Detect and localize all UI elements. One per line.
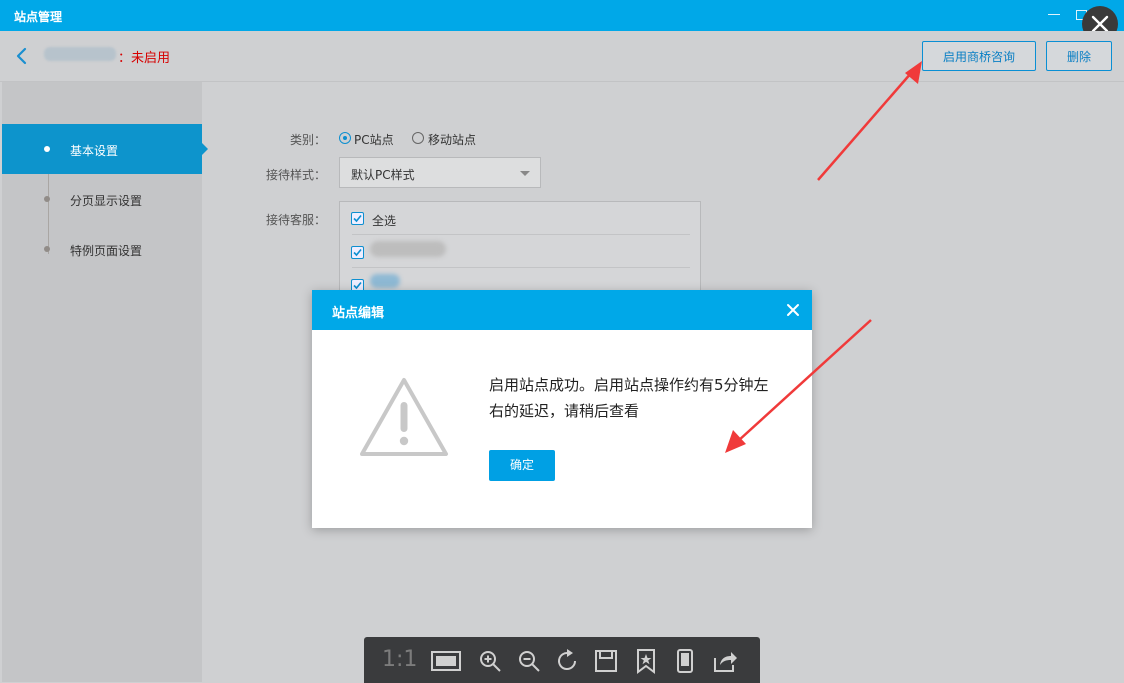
style-label: 接待样式：	[265, 168, 326, 182]
dialog-header: 站点编辑	[312, 290, 812, 330]
rotate-icon[interactable]	[555, 648, 581, 674]
fit-screen-icon[interactable]	[430, 648, 462, 674]
radio-pc[interactable]	[339, 132, 351, 144]
bullet-icon	[44, 246, 50, 252]
delete-button[interactable]: 删除	[1046, 41, 1112, 71]
bullet-icon	[44, 146, 50, 152]
divider	[352, 267, 690, 268]
zoom-in-icon[interactable]	[477, 648, 503, 674]
bookmark-icon[interactable]	[633, 648, 659, 674]
sidebar-item-label: 特例页面设置	[70, 244, 143, 258]
style-select-value: 默认PC样式	[351, 168, 415, 182]
style-select[interactable]: 默认PC样式	[339, 157, 541, 188]
sidebar-item-basic[interactable]: 基本设置	[2, 124, 208, 174]
agent-label: 接待客服：	[265, 213, 326, 227]
chevron-down-icon	[520, 171, 530, 176]
warning-icon	[360, 378, 448, 456]
site-status: ：未启用	[118, 51, 171, 66]
site-edit-dialog: 站点编辑 启用站点成功。启用站点操作约有5分钟左右的延迟，请稍后查看 确定	[312, 290, 812, 528]
dialog-title: 站点编辑	[332, 306, 385, 321]
select-all-label: 全选	[372, 214, 397, 228]
page-header: ：未启用 启用商桥咨询 删除	[0, 31, 1124, 82]
minimize-icon[interactable]	[1048, 14, 1060, 15]
checkmark-icon	[353, 281, 362, 290]
sidebar-item-label: 分页显示设置	[70, 194, 143, 208]
sidebar: 基本设置 分页显示设置 特例页面设置	[2, 82, 208, 682]
category-label: 类别：	[289, 133, 326, 147]
share-icon[interactable]	[712, 648, 738, 674]
sidebar-item-label: 基本设置	[70, 144, 119, 158]
sidebar-item-special[interactable]: 特例页面设置	[2, 224, 202, 274]
active-pointer-icon	[202, 143, 208, 155]
back-arrow-icon[interactable]	[14, 46, 30, 66]
window-title: 站点管理	[14, 10, 63, 24]
close-icon[interactable]	[786, 303, 800, 317]
tablet-icon[interactable]	[672, 648, 698, 674]
bullet-icon	[44, 196, 50, 202]
agent-name-redacted	[370, 274, 400, 288]
select-all-checkbox[interactable]	[351, 212, 364, 225]
actual-size-button[interactable]: 1:1	[382, 647, 417, 672]
checkmark-icon	[353, 214, 362, 223]
sidebar-item-paging[interactable]: 分页显示设置	[2, 174, 202, 224]
window-titlebar: 站点管理	[0, 0, 1124, 31]
dialog-message: 启用站点成功。启用站点操作约有5分钟左右的延迟，请稍后查看	[489, 376, 769, 420]
radio-mobile-label: 移动站点	[428, 133, 477, 147]
enable-consult-button[interactable]: 启用商桥咨询	[922, 41, 1036, 71]
divider	[352, 234, 690, 235]
radio-pc-label: PC站点	[354, 133, 394, 147]
agent-name-redacted	[370, 241, 446, 257]
checkmark-icon	[353, 248, 362, 257]
viewer-toolbar: 1:1	[364, 637, 760, 683]
agent-list: 全选	[339, 201, 701, 301]
agent-checkbox[interactable]	[351, 246, 364, 259]
zoom-out-icon[interactable]	[516, 648, 542, 674]
save-icon[interactable]	[593, 648, 619, 674]
confirm-button[interactable]: 确定	[489, 450, 555, 481]
site-name-redacted	[44, 47, 116, 61]
radio-mobile[interactable]	[412, 132, 424, 144]
